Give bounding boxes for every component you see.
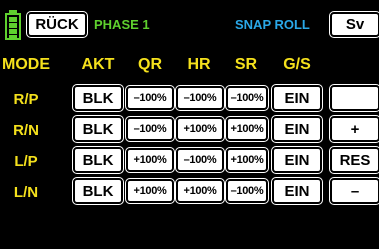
hr-value-ln[interactable]: +100% — [175, 178, 225, 204]
sr-value-lp[interactable]: +100% — [225, 147, 269, 173]
qr-value-lp[interactable]: +100% — [125, 147, 175, 173]
akt-button-ln[interactable]: BLK — [72, 177, 124, 205]
column-header-akt: AKT — [81, 56, 115, 73]
sr-value-ln[interactable]: –100% — [225, 178, 269, 204]
back-button[interactable]: RÜCK — [26, 11, 88, 38]
battery-icon — [5, 10, 21, 40]
column-header-sr: SR — [234, 56, 258, 73]
row-label-rn: R/N — [13, 122, 39, 139]
sr-value-rp[interactable]: –100% — [225, 85, 269, 111]
empty-side-button[interactable] — [329, 84, 379, 112]
minus-button[interactable]: – — [329, 177, 379, 205]
row-label-rp: R/P — [13, 91, 39, 108]
gs-button-lp[interactable]: EIN — [271, 146, 323, 174]
column-header-gs: G/S — [283, 56, 311, 73]
column-header-mode: MODE — [2, 56, 50, 73]
row-label-ln: L/N — [13, 184, 39, 201]
column-header-qr: QR — [138, 56, 162, 73]
plus-button[interactable]: + — [329, 115, 379, 143]
row-label-lp: L/P — [14, 153, 38, 170]
gs-button-rn[interactable]: EIN — [271, 115, 323, 143]
qr-value-rp[interactable]: –100% — [125, 85, 175, 111]
reset-button[interactable]: RES — [329, 146, 379, 174]
sr-value-rn[interactable]: +100% — [225, 116, 269, 142]
hr-value-rn[interactable]: +100% — [175, 116, 225, 142]
akt-button-rn[interactable]: BLK — [72, 115, 124, 143]
gs-button-rp[interactable]: EIN — [271, 84, 323, 112]
hr-value-rp[interactable]: –100% — [175, 85, 225, 111]
akt-button-rp[interactable]: BLK — [72, 84, 124, 112]
akt-button-lp[interactable]: BLK — [72, 146, 124, 174]
column-header-hr: HR — [187, 56, 211, 73]
gs-button-ln[interactable]: EIN — [271, 177, 323, 205]
mode-title: SNAP ROLL — [235, 17, 310, 32]
save-button[interactable]: Sv — [329, 11, 379, 38]
qr-value-rn[interactable]: –100% — [125, 116, 175, 142]
hr-value-lp[interactable]: –100% — [175, 147, 225, 173]
phase-label: PHASE 1 — [94, 17, 150, 32]
qr-value-ln[interactable]: +100% — [125, 178, 175, 204]
